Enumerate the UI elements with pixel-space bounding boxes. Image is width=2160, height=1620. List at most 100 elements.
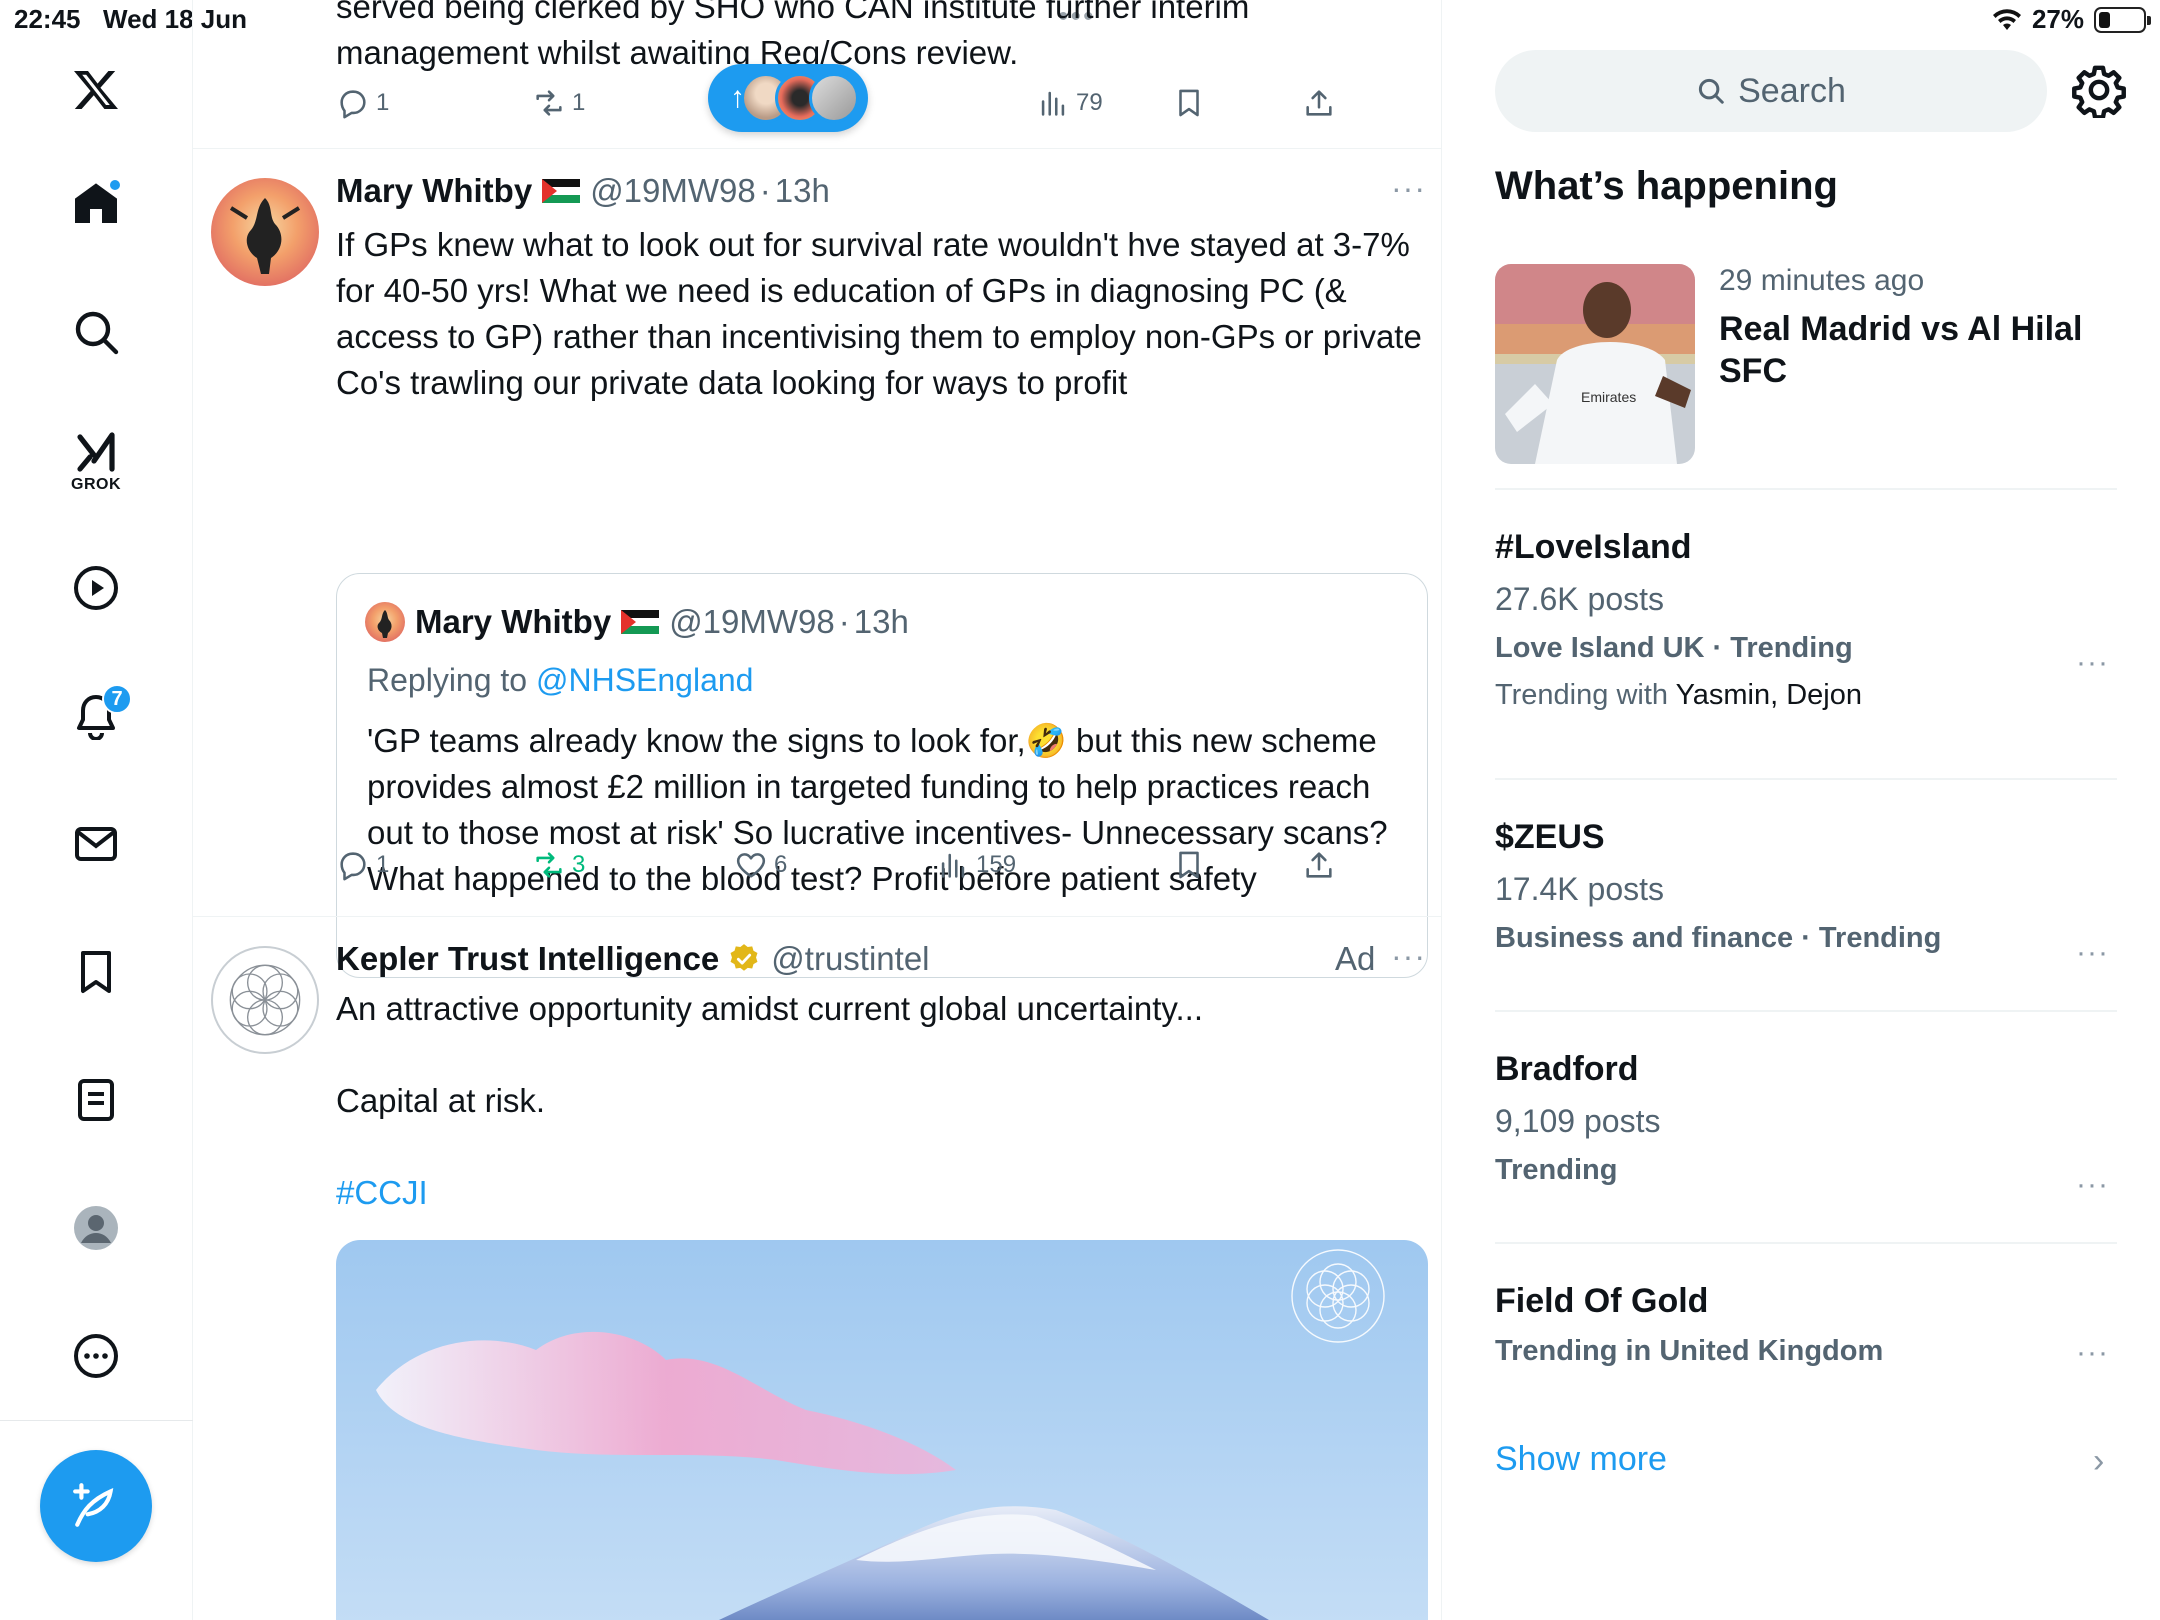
trend-name: $ZEUS: [1495, 818, 1605, 856]
more-options-icon[interactable]: [56, 1316, 136, 1396]
like-button[interactable]: 6: [734, 848, 787, 882]
trend-name: Bradford: [1495, 1050, 1639, 1088]
bookmark-button[interactable]: [1172, 86, 1206, 120]
tweet-more-icon[interactable]: ···: [1391, 938, 1426, 975]
trend-divider: [1495, 488, 2117, 490]
verified-gold-badge-icon: [730, 944, 758, 971]
home-new-dot: [108, 178, 122, 192]
reply-count: 1: [376, 89, 390, 116]
separator-dot: ·: [759, 172, 771, 209]
author-name[interactable]: Mary Whitby: [336, 172, 532, 210]
tweet-actions: 1 3 6 159: [336, 848, 1336, 892]
search-input[interactable]: Search: [1495, 50, 2047, 132]
replying-to-label: Replying to: [367, 662, 528, 698]
trend-item[interactable]: Bradford 9,109 posts Trending ···: [1495, 1050, 2117, 1201]
repost-count: 3: [572, 851, 586, 878]
views-button[interactable]: 79: [1036, 86, 1103, 120]
trend-context: Trending: [1495, 1154, 1618, 1186]
ad-media-image[interactable]: [336, 1240, 1428, 1620]
like-count: 6: [774, 851, 788, 878]
trend-with: Trending with Yasmin, Dejon: [1495, 679, 2117, 712]
trend-posts: 27.6K posts: [1495, 581, 1664, 617]
repost-button[interactable]: 3: [532, 848, 585, 882]
notifications-badge: 7: [102, 684, 132, 714]
repost-button[interactable]: 1: [532, 86, 585, 120]
repost-icon: [536, 852, 562, 878]
author-handle[interactable]: @19MW98: [590, 172, 756, 210]
author-handle[interactable]: @trustintel: [771, 940, 929, 978]
quote-author-handle: @19MW98: [669, 603, 835, 640]
reply-button[interactable]: 1: [336, 848, 389, 882]
nav-separator: [0, 1420, 193, 1421]
whats-happening-title: What’s happening: [1495, 164, 1838, 208]
views-count: 159: [976, 851, 1017, 878]
quote-author-name: Mary Whitby: [415, 603, 612, 640]
notifications-bell-icon[interactable]: 7: [56, 676, 136, 756]
grok-icon[interactable]: GROK: [56, 420, 136, 500]
share-icon: [1306, 90, 1332, 116]
reply-button[interactable]: 1: [336, 86, 389, 120]
trend-context: Business and finance · Trending: [1495, 922, 1942, 954]
trend-more-icon[interactable]: ···: [2076, 1336, 2109, 1370]
trend-item[interactable]: $ZEUS 17.4K posts Business and finance ·…: [1495, 818, 2117, 969]
replying-to-handle[interactable]: @NHSEngland: [536, 662, 753, 698]
video-play-icon[interactable]: [56, 548, 136, 628]
timeline: served being clerked by SHO who CAN inst…: [193, 0, 1442, 1620]
x-logo-icon[interactable]: [56, 50, 136, 130]
profile-avatar-icon[interactable]: [56, 1188, 136, 1268]
views-count: 79: [1076, 89, 1103, 116]
repost-icon: [536, 90, 562, 116]
show-more-link[interactable]: Show more: [1495, 1440, 1667, 1479]
compose-post-button[interactable]: [40, 1450, 152, 1562]
home-icon[interactable]: [56, 164, 136, 244]
explore-search-icon[interactable]: [56, 292, 136, 372]
trend-divider: [1495, 1242, 2117, 1244]
ad-line-2: Capital at risk.: [336, 1082, 546, 1119]
views-button[interactable]: 159: [936, 848, 1016, 882]
avatar[interactable]: [211, 946, 319, 1054]
new-posts-pill[interactable]: ↑: [708, 64, 868, 132]
palestine-flag-icon: [621, 610, 660, 634]
quote-avatar: [365, 602, 405, 642]
views-chart-icon: [1041, 91, 1065, 116]
previous-tweet-text: served being clerked by SHO who CAN inst…: [336, 0, 1250, 71]
trend-with-names: Yasmin, Dejon: [1675, 679, 1862, 711]
featured-event-time: 29 minutes ago: [1719, 264, 1925, 297]
tweet-more-icon[interactable]: ···: [1391, 170, 1426, 207]
bookmarks-icon[interactable]: [56, 932, 136, 1012]
share-button[interactable]: [1302, 86, 1336, 120]
settings-gear-icon[interactable]: [2071, 62, 2127, 120]
share-button[interactable]: [1302, 848, 1336, 882]
trend-divider: [1495, 1010, 2117, 1012]
trend-more-icon[interactable]: ···: [2076, 1168, 2109, 1202]
quote-header: Mary Whitby @19MW98 · 13h: [365, 602, 909, 642]
chevron-right-icon[interactable]: ›: [2093, 1442, 2104, 1481]
views-chart-icon: [941, 853, 965, 878]
avatar[interactable]: [211, 178, 319, 286]
search-icon: [1699, 78, 1724, 104]
trend-more-icon[interactable]: ···: [2076, 936, 2109, 970]
featured-event-image: Emirates: [1495, 264, 1695, 464]
separator-dot: ·: [838, 603, 850, 640]
reply-icon: [340, 852, 366, 881]
grok-label: GROK: [71, 476, 121, 493]
featured-event-headline: Real Madrid vs Al Hilal SFC: [1719, 310, 2083, 390]
heart-icon: [736, 853, 766, 878]
compose-feather-icon: [73, 1483, 114, 1527]
tweet-mary-whitby[interactable]: Mary Whitby @19MW98 · 13h ··· If GPs kne…: [193, 148, 1441, 978]
ad-hashtag[interactable]: #CCJI: [336, 1170, 1426, 1216]
trend-item[interactable]: #LoveIsland 27.6K posts Love Island UK ·…: [1495, 528, 2117, 712]
trend-name: #LoveIsland: [1495, 528, 1692, 566]
ad-label: Ad: [1335, 940, 1376, 977]
post-time[interactable]: 13h: [775, 172, 830, 210]
trend-context: Trending in United Kingdom: [1495, 1335, 1884, 1367]
author-name[interactable]: Kepler Trust Intelligence: [336, 940, 719, 978]
messages-envelope-icon[interactable]: [56, 804, 136, 884]
ad-line-1: An attractive opportunity amidst current…: [336, 990, 1203, 1027]
new-post-avatar: [809, 73, 859, 123]
trend-more-icon[interactable]: ···: [2076, 646, 2109, 680]
trend-item[interactable]: Field Of Gold Trending in United Kingdom…: [1495, 1282, 2117, 1370]
tweet-kepler-ad[interactable]: Kepler Trust Intelligence @trustintel Ad…: [193, 916, 1441, 1620]
lists-icon[interactable]: [56, 1060, 136, 1140]
bookmark-button[interactable]: [1172, 848, 1206, 882]
